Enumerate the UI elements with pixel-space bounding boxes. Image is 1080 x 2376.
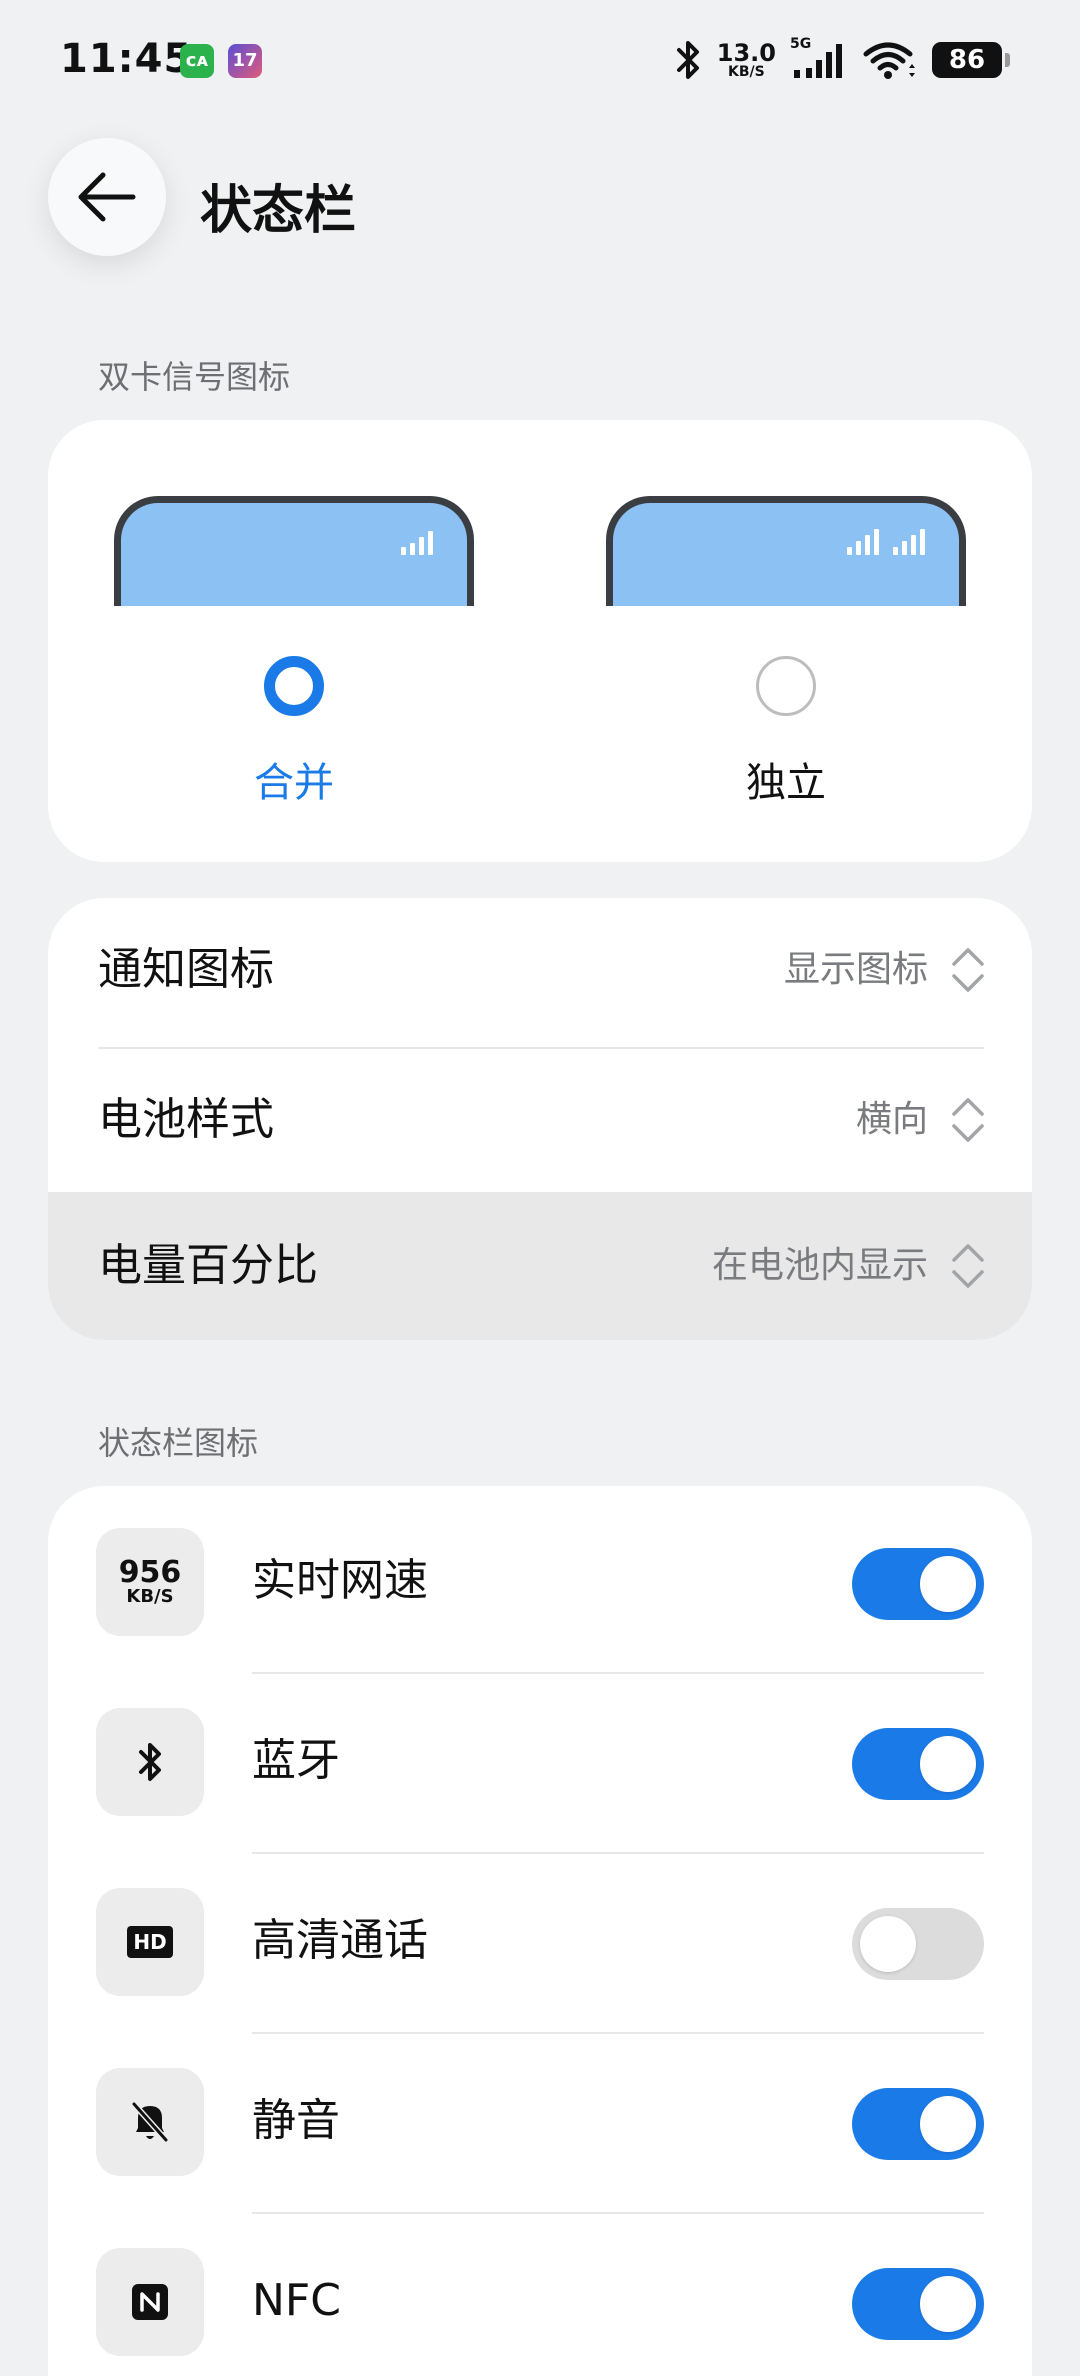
status-icons-section-label: 状态栏图标 <box>98 1424 259 1462</box>
back-button[interactable] <box>48 138 166 256</box>
net-speed-toggle[interactable] <box>852 1548 984 1620</box>
hd-call-icon: HD <box>96 1888 204 1996</box>
separate-label: 独立 <box>746 760 826 806</box>
system-status-bar: 11:45 ᴄᴀ 17 13.0 KB/S 5G 86 <box>0 0 1080 120</box>
nfc-icon <box>96 2248 204 2356</box>
net-speed-row[interactable]: 956 KB/S 实时网速 <box>48 1486 1032 1666</box>
nfc-toggle[interactable] <box>852 2268 984 2340</box>
notification-icon-row[interactable]: 通知图标 显示图标 <box>48 898 1032 1042</box>
up-down-chevron-icon <box>952 1244 984 1288</box>
mute-bell-icon <box>96 2068 204 2176</box>
battery-style-row[interactable]: 电池样式 横向 <box>48 1048 1032 1192</box>
merged-label: 合并 <box>254 760 334 806</box>
dual-sim-section-label: 双卡信号图标 <box>98 358 291 396</box>
sim-option-merged[interactable]: 合并 <box>48 420 540 852</box>
mute-toggle[interactable] <box>852 2088 984 2160</box>
calendar-app-icon: 17 <box>228 44 262 78</box>
merged-radio[interactable] <box>264 656 324 716</box>
sim1-signal-icon <box>847 529 879 555</box>
dual-sim-card: 合并 独立 <box>48 420 1032 862</box>
cellular-signal-icon: 5G <box>790 36 848 80</box>
bluetooth-icon <box>676 41 699 79</box>
arrow-left-icon <box>78 172 136 222</box>
up-down-chevron-icon <box>952 1098 984 1142</box>
battery-level: 86 <box>932 42 1002 78</box>
notification-app-icon: ᴄᴀ <box>180 44 214 78</box>
mute-row[interactable]: 静音 <box>48 2026 1032 2206</box>
battery-indicator: 86 <box>932 42 1010 78</box>
battery-percentage-row[interactable]: 电量百分比 在电池内显示 <box>48 1192 1032 1340</box>
merged-signal-icon <box>401 529 433 555</box>
status-bar-settings-page: 11:45 ᴄᴀ 17 13.0 KB/S 5G 86 状态栏 双卡信号图标 合… <box>0 0 1080 2376</box>
separate-signal-preview <box>606 496 966 606</box>
sim2-signal-icon <box>893 529 925 555</box>
bluetooth-toggle[interactable] <box>852 1728 984 1800</box>
hd-call-toggle[interactable] <box>852 1908 984 1980</box>
bluetooth-row[interactable]: 蓝牙 <box>48 1666 1032 1846</box>
status-indicators: 13.0 KB/S 5G 86 <box>673 34 1010 86</box>
nfc-row[interactable]: NFC <box>48 2206 1032 2376</box>
status-time: 11:45 <box>60 36 193 82</box>
up-down-chevron-icon <box>952 948 984 992</box>
page-title: 状态栏 <box>200 181 357 241</box>
net-speed-indicator: 13.0 KB/S <box>716 39 776 80</box>
net-speed-icon: 956 KB/S <box>96 1528 204 1636</box>
status-icons-card: 956 KB/S 实时网速 蓝牙 HD 高清通话 静音 NFC <box>48 1486 1032 2376</box>
merged-signal-preview <box>114 496 474 606</box>
display-settings-card: 通知图标 显示图标 电池样式 横向 电量百分比 在电池内显示 <box>48 898 1032 1340</box>
bluetooth-icon <box>96 1708 204 1816</box>
sim-option-separate[interactable]: 独立 <box>540 420 1032 852</box>
separate-radio[interactable] <box>756 656 816 716</box>
hd-call-row[interactable]: HD 高清通话 <box>48 1846 1032 2026</box>
wifi-icon <box>863 42 915 79</box>
